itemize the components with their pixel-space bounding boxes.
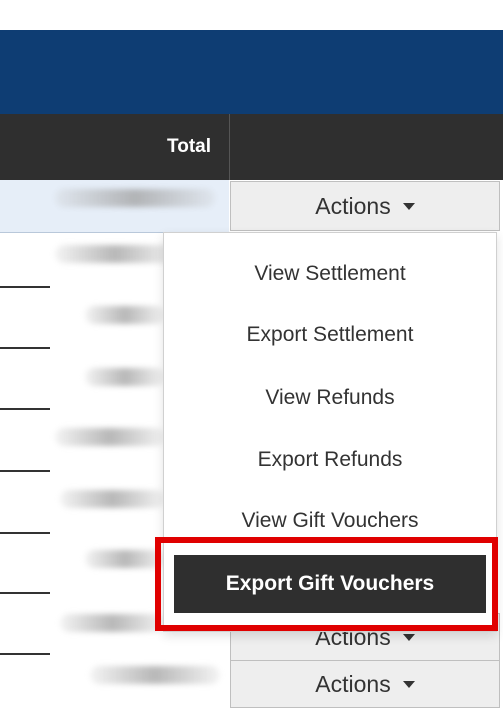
caret-down-icon xyxy=(402,680,415,688)
blurred-total xyxy=(85,368,165,386)
top-strip xyxy=(0,0,503,31)
blurred-total xyxy=(60,614,165,632)
menu-item-export-settlement[interactable]: Export Settlement xyxy=(164,306,496,364)
menu-item-export-refunds[interactable]: Export Refunds xyxy=(164,431,496,489)
row-divider xyxy=(0,286,50,288)
blurred-total xyxy=(85,550,165,568)
actions-button[interactable]: Actions xyxy=(230,660,500,708)
row-divider xyxy=(0,347,50,349)
highlight-box xyxy=(155,537,498,631)
table-header: Total xyxy=(0,114,503,180)
blurred-total xyxy=(85,306,165,324)
blurred-total xyxy=(55,245,175,263)
actions-label: Actions xyxy=(315,192,391,219)
total-column-header: Total xyxy=(167,136,211,157)
header-divider xyxy=(229,114,230,180)
blurred-total xyxy=(60,490,165,508)
row-divider xyxy=(0,408,50,410)
row-divider xyxy=(0,532,50,534)
actions-label: Actions xyxy=(315,670,391,697)
blurred-total xyxy=(55,189,215,207)
page-banner xyxy=(0,30,503,114)
row-divider xyxy=(0,653,50,655)
menu-item-view-refunds[interactable]: View Refunds xyxy=(164,369,496,427)
row-divider xyxy=(0,470,50,472)
row-divider xyxy=(0,592,50,594)
blurred-total xyxy=(55,428,165,446)
caret-down-icon xyxy=(402,633,415,641)
actions-button[interactable]: Actions xyxy=(230,181,500,231)
menu-item-view-settlement[interactable]: View Settlement xyxy=(164,245,496,303)
caret-down-icon xyxy=(402,202,415,210)
blurred-total xyxy=(90,666,220,684)
